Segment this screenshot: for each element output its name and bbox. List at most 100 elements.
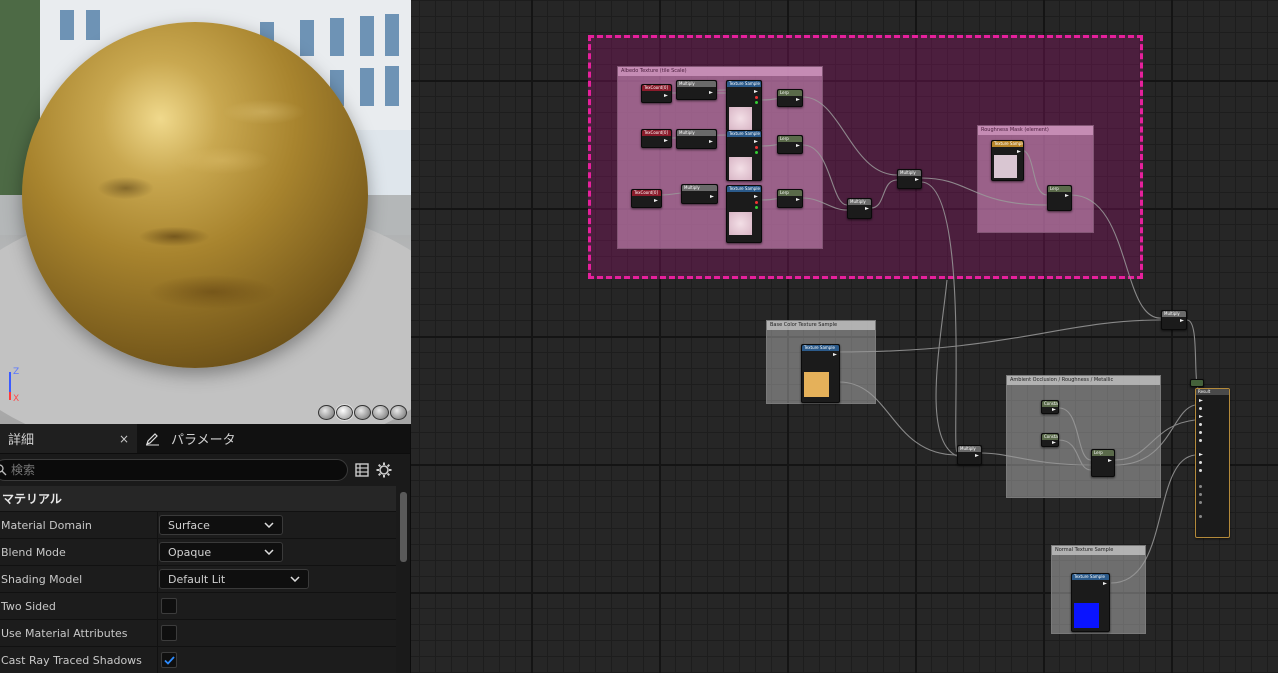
property-label: Blend Mode <box>1 545 66 559</box>
mesh-preview-button[interactable] <box>390 405 407 420</box>
texture-sample-node[interactable]: Texture Sample <box>991 140 1024 181</box>
node-title: Lerp <box>1048 186 1071 192</box>
node-title: TexCoord[0] <box>642 130 671 136</box>
texture-sample-node[interactable]: Texture Sample <box>726 185 762 243</box>
node-title: Texture Sample <box>992 141 1023 147</box>
pencil-icon <box>146 432 159 445</box>
plane-preview-button[interactable] <box>354 405 371 420</box>
multiply-node[interactable]: Multiply <box>957 445 982 465</box>
use-material-attributes-checkbox[interactable] <box>161 625 177 641</box>
details-panel: 詳細 × パラメータ マテリアル Material Domain Surfac <box>0 424 411 673</box>
node-title: Lerp <box>778 90 802 96</box>
texture-thumbnail <box>994 155 1017 178</box>
details-tabbar: 詳細 × パラメータ <box>0 424 410 454</box>
axis-x-label: X <box>13 394 19 402</box>
sphere-preview-button[interactable] <box>335 404 354 421</box>
node-title: Lerp <box>778 190 802 196</box>
details-scrollbar[interactable] <box>400 492 407 562</box>
node-title: Multiply <box>677 130 716 136</box>
property-row: Shading Model Default Lit <box>0 566 396 593</box>
node-title: Constant <box>1042 434 1058 440</box>
material-domain-dropdown[interactable]: Surface <box>159 515 283 535</box>
search-row <box>0 454 410 486</box>
texcoord-node[interactable]: TexCoord[0] <box>641 84 672 103</box>
node-title: Lerp <box>1092 450 1114 456</box>
property-row: Material Domain Surface <box>0 512 396 539</box>
texture-sample-node[interactable]: Texture Sample <box>726 130 762 181</box>
node-title: Multiply <box>958 446 981 452</box>
gear-icon[interactable] <box>376 462 392 478</box>
texcoord-node[interactable]: TexCoord[0] <box>631 189 662 208</box>
dropdown-value: Default Lit <box>168 572 226 586</box>
texture-sample-node[interactable]: Texture Sample <box>726 80 762 131</box>
property-row: Two Sided <box>0 593 396 620</box>
normal-texture-node[interactable]: Texture Sample <box>1071 573 1110 632</box>
material-result-node[interactable]: Result <box>1195 388 1230 538</box>
tab-details-label: 詳細 <box>8 433 35 448</box>
cylinder-preview-button[interactable] <box>318 405 335 420</box>
preview-viewport[interactable]: Z X <box>0 0 411 424</box>
property-row: Cast Ray Traced Shadows <box>0 647 396 673</box>
node-title: Multiply <box>848 199 871 205</box>
preview-mesh-toolbar <box>318 404 407 421</box>
tab-parameters[interactable]: パラメータ <box>137 424 244 453</box>
node-title: Multiply <box>677 81 716 87</box>
property-row: Blend Mode Opaque <box>0 539 396 566</box>
dropdown-value: Surface <box>168 518 210 532</box>
constant-node[interactable]: Constant <box>1041 400 1059 414</box>
tab-parameters-label: パラメータ <box>171 433 236 448</box>
node-title: TexCoord[0] <box>632 190 661 196</box>
math-node[interactable]: Lerp <box>777 135 803 154</box>
blend-mode-dropdown[interactable]: Opaque <box>159 542 283 562</box>
property-row: Use Material Attributes <box>0 620 396 647</box>
chevron-down-icon <box>264 522 274 528</box>
graph-wires <box>660 89 1202 584</box>
node-title: Constant <box>1042 401 1058 407</box>
multiply-node[interactable]: Multiply <box>676 129 717 149</box>
node-title: Texture Sample <box>802 345 839 351</box>
texture-thumbnail <box>729 212 752 235</box>
node-title: Result <box>1196 389 1229 395</box>
tab-details[interactable]: 詳細 × <box>0 424 137 453</box>
texture-thumbnail <box>729 157 752 180</box>
multiply-node[interactable]: Multiply <box>1161 310 1187 330</box>
multiply-node[interactable]: Multiply <box>897 169 922 189</box>
cast-ray-traced-shadows-checkbox[interactable] <box>161 652 177 668</box>
multiply-node[interactable]: Multiply <box>847 198 872 219</box>
constant-node[interactable]: Constant <box>1041 433 1059 447</box>
search-icon <box>0 464 7 476</box>
multiply-node[interactable]: Multiply <box>676 80 717 100</box>
table-view-icon[interactable] <box>354 462 370 478</box>
chevron-down-icon <box>290 576 300 582</box>
multiply-node[interactable]: Multiply <box>681 184 718 204</box>
node-title: TexCoord[0] <box>642 85 671 91</box>
lerp-node[interactable]: Lerp <box>1091 449 1115 477</box>
close-icon[interactable]: × <box>119 432 129 446</box>
category-header-material[interactable]: マテリアル <box>0 486 396 512</box>
dropdown-value: Opaque <box>168 545 212 559</box>
property-label: Use Material Attributes <box>1 626 128 640</box>
search-box[interactable] <box>0 459 348 481</box>
material-graph[interactable]: Albedo Texture (tile Scale) Roughness Ma… <box>411 0 1278 673</box>
math-node[interactable]: Lerp <box>777 89 803 107</box>
texture-thumbnail <box>729 107 752 130</box>
checkmark-icon <box>163 655 175 665</box>
property-label: Two Sided <box>1 599 56 613</box>
property-label: Cast Ray Traced Shadows <box>1 653 142 667</box>
shading-model-dropdown[interactable]: Default Lit <box>159 569 309 589</box>
search-input[interactable] <box>11 463 311 477</box>
texcoord-node[interactable]: TexCoord[0] <box>641 129 672 148</box>
property-label: Shading Model <box>1 572 83 586</box>
lerp-node[interactable]: Lerp <box>1047 185 1072 211</box>
node-title: Multiply <box>682 185 717 191</box>
node-title: Multiply <box>898 170 921 176</box>
node-title: Texture Sample <box>727 131 761 137</box>
constant-node[interactable] <box>1190 379 1204 387</box>
math-node[interactable]: Lerp <box>777 189 803 208</box>
base-color-texture-node[interactable]: Texture Sample <box>801 344 840 403</box>
cube-preview-button[interactable] <box>372 405 389 420</box>
chevron-down-icon <box>264 549 274 555</box>
node-title: Texture Sample <box>727 186 761 192</box>
two-sided-checkbox[interactable] <box>161 598 177 614</box>
normal-swatch <box>1074 603 1099 628</box>
